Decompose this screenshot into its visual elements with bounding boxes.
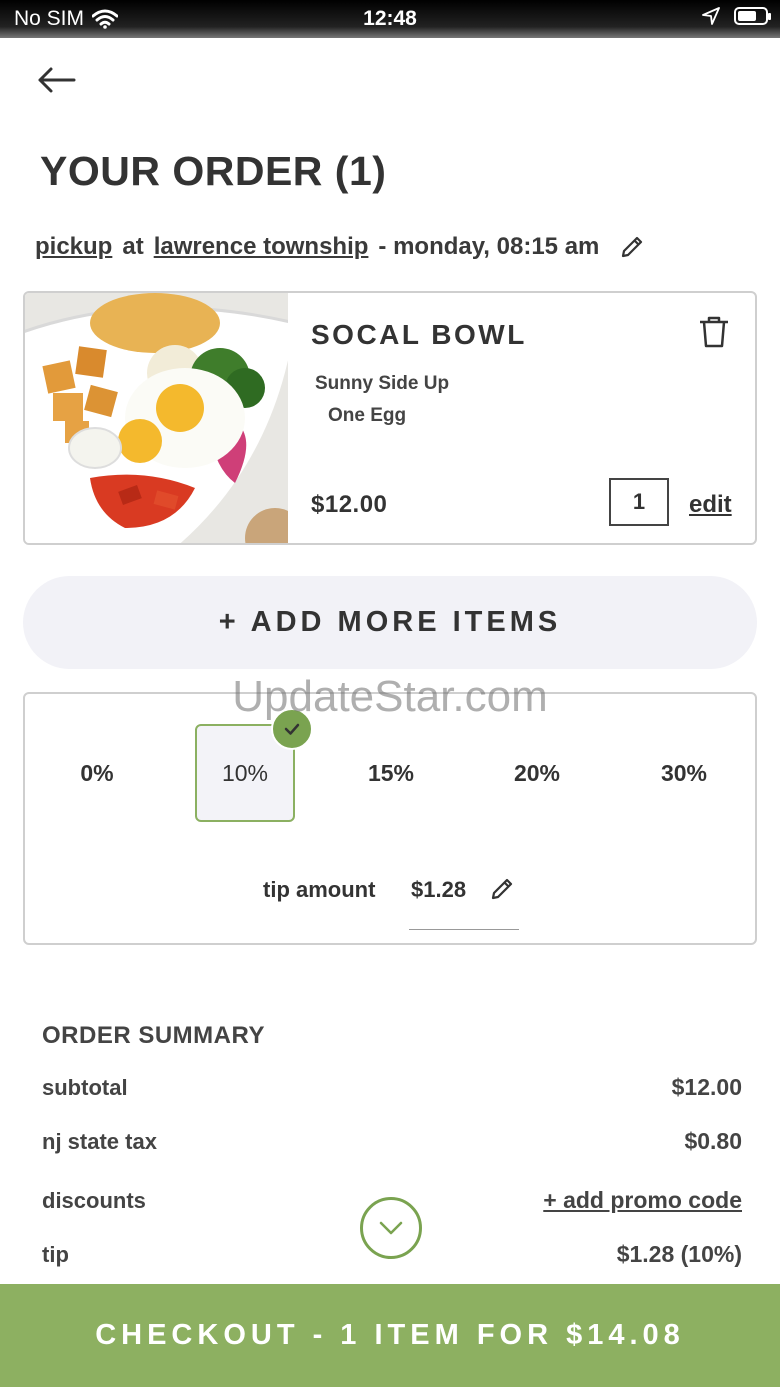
- chevron-down-icon: [379, 1221, 403, 1235]
- tip-value: $1.28 (10%): [616, 1241, 742, 1267]
- tip-option-15[interactable]: 15%: [341, 724, 441, 822]
- battery-icon: [734, 7, 771, 25]
- pickup-at-label: at: [122, 233, 144, 260]
- tip-amount-label: tip amount: [263, 877, 376, 902]
- subtotal-label: subtotal: [42, 1075, 128, 1100]
- edit-item-link[interactable]: edit: [689, 491, 732, 519]
- tip-amount-underline: [409, 929, 519, 930]
- edit-pickup-button[interactable]: [619, 234, 645, 260]
- location-arrow-icon: [702, 7, 720, 25]
- pickup-info: pickup at lawrence township - monday, 08…: [35, 233, 645, 261]
- delete-item-button[interactable]: [697, 315, 731, 354]
- discounts-label: discounts: [42, 1188, 146, 1213]
- tip-option-0[interactable]: 0%: [47, 724, 147, 822]
- back-button[interactable]: [36, 60, 80, 100]
- subtotal-value: $12.00: [671, 1074, 742, 1100]
- add-more-items-button[interactable]: + ADD MORE ITEMS: [23, 576, 757, 669]
- status-right: [702, 7, 771, 25]
- trash-icon: [700, 316, 728, 348]
- tip-option-20[interactable]: 20%: [487, 724, 587, 822]
- item-modifier: One Egg: [328, 405, 407, 426]
- page-title: YOUR ORDER (1): [40, 148, 387, 194]
- tip-option-30[interactable]: 30%: [634, 724, 734, 822]
- cart-item-card: SOCAL BOWL Sunny Side Up One Egg $12.00 …: [23, 291, 757, 545]
- pencil-icon: [491, 878, 513, 900]
- pickup-mode-link[interactable]: pickup: [35, 233, 112, 261]
- add-promo-code-link[interactable]: + add promo code: [543, 1187, 742, 1214]
- pencil-icon: [622, 236, 643, 258]
- check-icon: [271, 708, 313, 750]
- scroll-down-button[interactable]: [360, 1197, 422, 1259]
- item-modifier: Sunny Side Up: [315, 373, 450, 394]
- tip-selector: 0% 10% 15% 20% 30% tip amount $1.28: [23, 692, 757, 945]
- tax-label: nj state tax: [42, 1129, 157, 1154]
- arrow-left-icon: [38, 67, 76, 93]
- tip-amount-value[interactable]: $1.28: [411, 877, 466, 903]
- status-bar: No SIM 12:48: [0, 0, 780, 38]
- tax-value: $0.80: [684, 1128, 742, 1154]
- status-time: 12:48: [363, 7, 417, 30]
- item-name: SOCAL BOWL: [311, 319, 527, 350]
- item-image: [25, 293, 288, 543]
- item-price: $12.00: [311, 491, 388, 518]
- pickup-datetime: - monday, 08:15 am: [378, 233, 600, 260]
- checkout-button[interactable]: CHECKOUT - 1 ITEM FOR $14.08: [0, 1284, 780, 1387]
- tip-label: tip: [42, 1242, 69, 1267]
- pickup-location-link[interactable]: lawrence township: [154, 233, 369, 261]
- order-summary-title: ORDER SUMMARY: [42, 1022, 265, 1049]
- quantity-field[interactable]: 1: [609, 478, 669, 526]
- edit-tip-button[interactable]: [489, 876, 515, 907]
